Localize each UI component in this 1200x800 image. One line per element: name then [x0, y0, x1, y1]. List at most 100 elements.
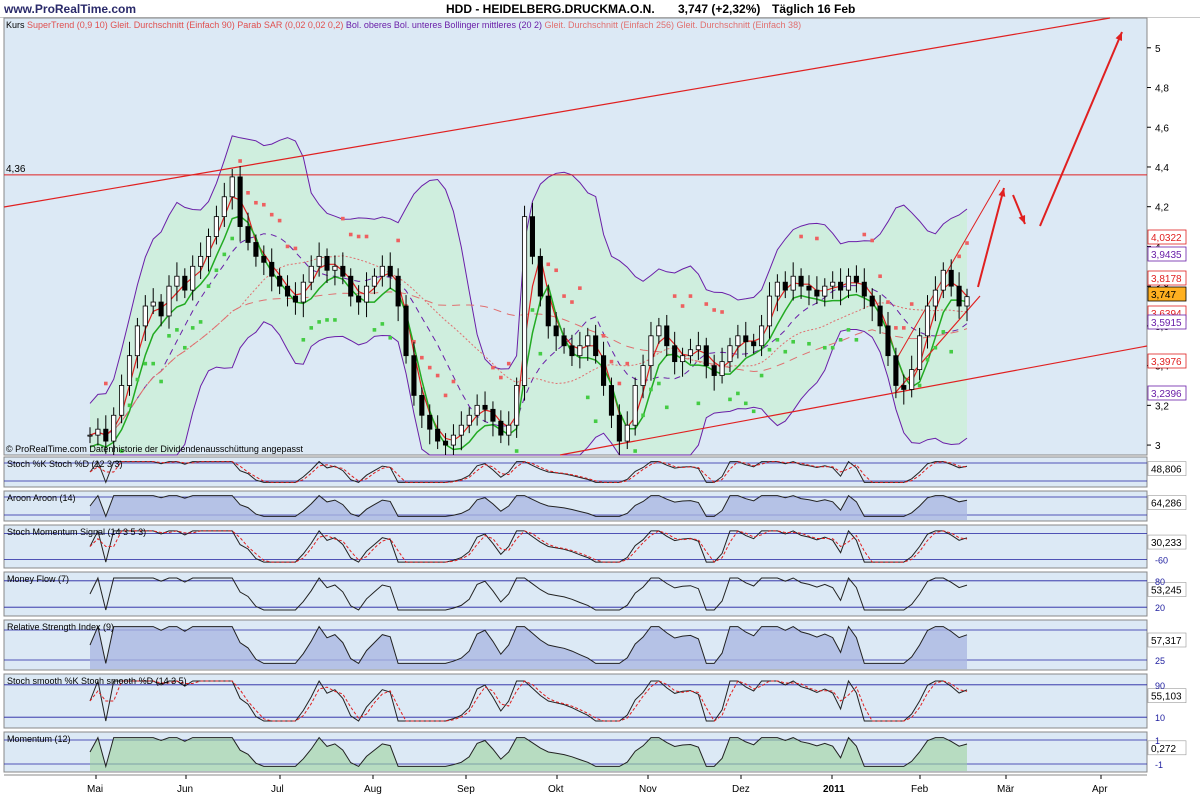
price-panel-label: Kurs	[6, 20, 27, 30]
candle-body	[221, 196, 227, 218]
candle-body	[703, 345, 709, 367]
candle-body	[664, 325, 670, 347]
value-tag: 3,5915	[1151, 318, 1182, 329]
candle-body	[103, 428, 109, 442]
parabolic-sar-dot	[965, 241, 969, 245]
candle-body	[901, 385, 907, 390]
parabolic-sar-dot	[680, 304, 685, 308]
candle-body	[759, 325, 765, 347]
candle-body	[474, 404, 480, 416]
parabolic-sar-dot	[807, 341, 811, 346]
candle-body	[514, 385, 520, 426]
y-tick-label: 4,2	[1155, 203, 1169, 214]
candle-body	[932, 289, 938, 307]
parabolic-sar-dot	[443, 393, 448, 398]
parabolic-sar-dot	[854, 337, 859, 342]
candle-body	[253, 242, 259, 257]
parabolic-sar-dot	[554, 268, 558, 273]
parabolic-sar-dot	[159, 379, 163, 384]
candle-body	[924, 305, 931, 337]
candle-body	[845, 275, 852, 291]
candle-body	[838, 281, 844, 291]
parabolic-sar-dot	[791, 339, 795, 344]
indicator-level-label: 10	[1155, 713, 1165, 723]
indicator-value-stoch: 48,806	[1151, 465, 1182, 476]
candle-body	[585, 335, 591, 347]
candle-body	[798, 275, 804, 287]
candle-body	[482, 404, 488, 410]
candle-body	[806, 285, 812, 291]
parabolic-sar-dot	[846, 328, 851, 332]
y-tick-label: 4,6	[1155, 123, 1169, 134]
parabolic-sar-dot	[301, 337, 306, 342]
parabolic-sar-dot	[830, 345, 835, 350]
parabolic-sar-dot	[151, 361, 156, 366]
value-tag: 3,3976	[1151, 357, 1182, 368]
parabolic-sar-dot	[143, 361, 148, 366]
candle-body	[624, 424, 630, 442]
x-tick-label: Feb	[911, 784, 929, 795]
indicator-level-label: 25	[1155, 656, 1165, 666]
candle-body	[411, 355, 417, 396]
parabolic-sar-dot	[420, 355, 424, 360]
legend-entry: Parab SAR (0,02 0,02 0,2)	[237, 20, 346, 30]
candle-body	[324, 255, 330, 271]
candle-body	[245, 226, 251, 243]
candle-body	[126, 355, 133, 386]
y-tick-label: 4,8	[1155, 84, 1169, 95]
candle-body	[680, 355, 686, 363]
candle-body	[95, 428, 101, 436]
parabolic-sar-dot	[799, 234, 803, 239]
candle-body	[774, 281, 780, 297]
indicator-value-stochmom: 30,233	[1151, 538, 1182, 549]
candle-body	[292, 295, 298, 303]
chart-canvas[interactable]: 4,36 Kurs SuperTrend (0,9 10) Gleit. Durc…	[0, 0, 1200, 800]
indicator-level-label: 90	[1155, 681, 1165, 691]
parabolic-sar-dot	[380, 322, 385, 326]
parabolic-sar-dot	[104, 381, 108, 386]
candle-body	[316, 255, 322, 267]
parabolic-sar-dot	[949, 349, 953, 354]
candle-body	[601, 355, 607, 386]
candle-body	[561, 335, 567, 347]
indicator-level-label: -1	[1155, 760, 1163, 770]
indicator-panel-mfi	[3, 571, 1148, 617]
candle-body	[371, 275, 377, 287]
candle-body	[150, 301, 156, 307]
candle-body	[616, 414, 622, 442]
parabolic-sar-dot	[277, 218, 282, 223]
parabolic-sar-dot	[625, 361, 630, 366]
candle-body	[387, 265, 393, 277]
parabolic-sar-dot	[688, 294, 693, 298]
indicator-value-stochsmooth: 55,103	[1151, 692, 1182, 703]
candle-body	[877, 305, 883, 327]
indicator-level-label: 80	[1155, 577, 1165, 587]
candle-body	[727, 345, 733, 363]
candle-body	[861, 281, 867, 297]
parabolic-sar-dot	[356, 234, 361, 239]
y-tick-label: 3	[1155, 441, 1161, 452]
parabolic-sar-dot	[736, 391, 740, 396]
parabolic-sar-dot	[317, 320, 321, 324]
parabolic-sar-dot	[435, 373, 440, 378]
parabolic-sar-dot	[546, 262, 551, 267]
legend-entry: Bol. oberes Bol. unteres Bollinger mittl…	[346, 20, 545, 30]
parabolic-sar-dot	[175, 328, 179, 332]
indicator-level-label: 20	[1155, 603, 1165, 613]
y-tick-label: 4,4	[1155, 163, 1169, 174]
indicator-label-momentum: Momentum (12)	[7, 734, 71, 744]
candle-body	[672, 345, 678, 363]
parabolic-sar-dot	[183, 345, 187, 350]
indicator-label-stoch: Stoch %K Stoch %D (12 3 3)	[7, 459, 123, 469]
candle-body	[853, 275, 859, 283]
parabolic-sar-dot	[538, 351, 543, 356]
parabolic-sar-dot	[262, 202, 266, 207]
x-tick-label: Dez	[732, 784, 750, 795]
parabolic-sar-dot	[214, 268, 219, 273]
parabolic-sar-dot	[570, 300, 574, 304]
candle-body	[648, 335, 654, 367]
candle-body	[277, 275, 283, 287]
parabolic-sar-dot	[783, 349, 788, 354]
candle-body	[529, 216, 536, 257]
candle-body	[269, 261, 275, 277]
